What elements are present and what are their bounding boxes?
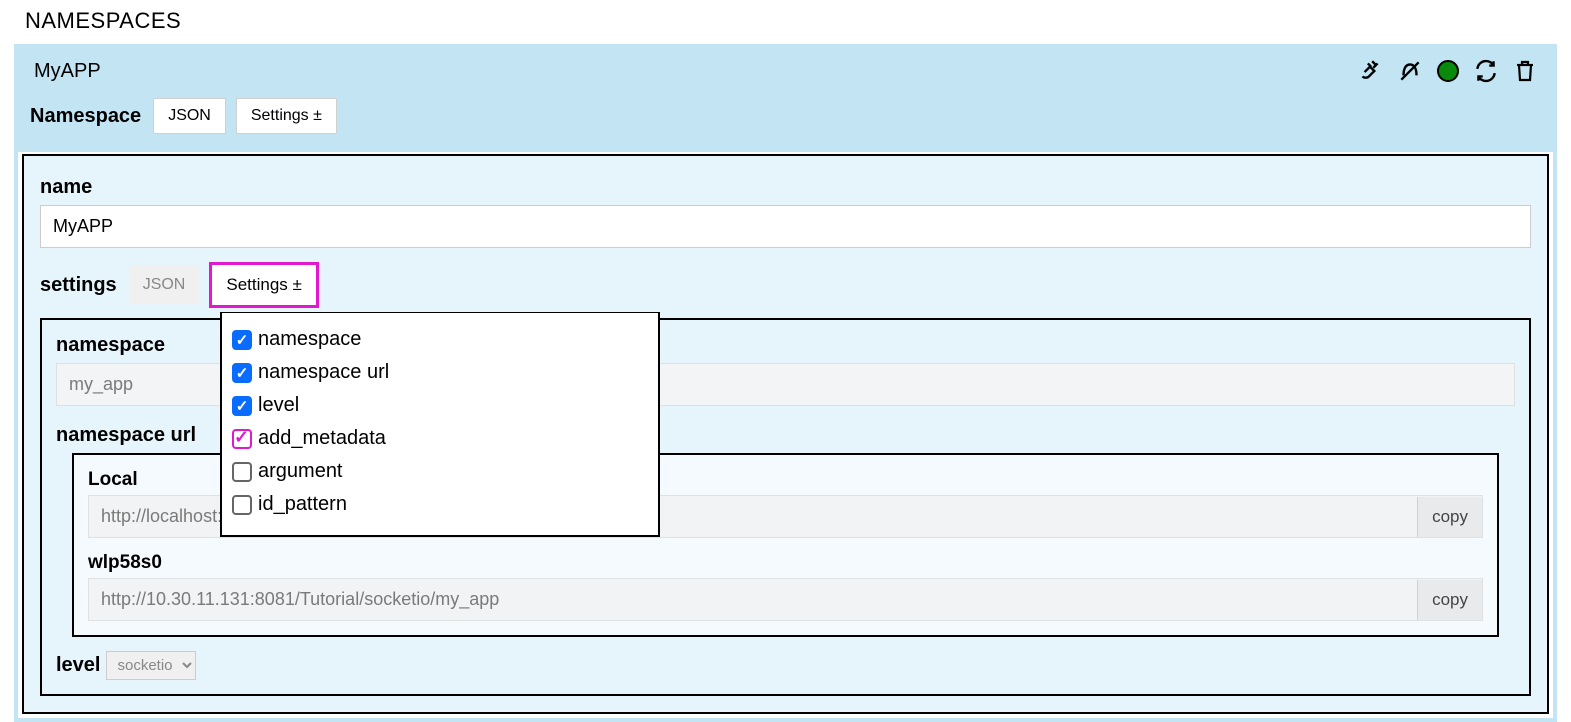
dropdown-item-label: argument [258,460,343,483]
checkbox-icon[interactable] [232,396,252,416]
checkbox-icon[interactable] [232,363,252,383]
settings-tab-row: settings JSON Settings ± namespace names… [40,262,1531,308]
checkbox-icon[interactable] [232,330,252,350]
copy-button[interactable]: copy [1417,580,1482,620]
dropdown-item-namespace-url[interactable]: namespace url [232,356,648,389]
dropdown-item-argument[interactable]: argument [232,455,648,488]
namespace-json-tab[interactable]: JSON [153,98,226,134]
trash-icon[interactable] [1513,58,1537,84]
level-select[interactable]: socketio [106,651,196,680]
checkbox-icon[interactable] [232,495,252,515]
status-dot-icon[interactable] [1437,60,1459,82]
settings-label: settings [40,274,117,297]
page-title: NAMESPACES [0,0,1571,44]
dropdown-item-label: id_pattern [258,493,347,516]
namespace-tab-row: Namespace JSON Settings ± [30,98,1541,134]
name-field-label: name [40,176,1531,199]
dropdown-item-label: add_metadata [258,427,386,450]
dropdown-item-add-metadata[interactable]: add_metadata [232,422,648,455]
dropdown-item-label: level [258,394,299,417]
level-label: level [56,654,100,677]
refresh-icon[interactable] [1473,58,1499,84]
dropdown-item-level[interactable]: level [232,389,648,422]
settings-json-tab[interactable]: JSON [129,266,200,304]
checkbox-icon[interactable] [232,429,252,449]
url-title: wlp58s0 [88,552,1483,574]
main-panel: MyAPP Namespace JSON Settings ± name set… [14,44,1557,722]
panel-body: name settings JSON Settings ± namespace … [22,154,1549,714]
namespace-label: Namespace [30,105,141,128]
plug-icon[interactable] [1357,58,1383,84]
app-name: MyAPP [34,60,101,83]
dropdown-item-id-pattern[interactable]: id_pattern [232,488,648,521]
url-block-wlp58s0: wlp58s0 http://10.30.11.131:8081/Tutoria… [88,552,1483,621]
settings-settings-tab[interactable]: Settings ± [209,262,318,308]
name-input[interactable] [40,205,1531,248]
settings-dropdown: namespace namespace url level add_metada… [220,312,660,537]
icon-row [1357,58,1537,84]
namespace-settings-tab[interactable]: Settings ± [236,98,337,134]
bell-off-icon[interactable] [1397,58,1423,84]
level-row: level socketio [56,651,1515,680]
dropdown-item-namespace[interactable]: namespace [232,323,648,356]
dropdown-item-label: namespace url [258,361,389,384]
url-value[interactable]: http://10.30.11.131:8081/Tutorial/socket… [89,579,1417,620]
panel-header: MyAPP Namespace JSON Settings ± [18,48,1553,152]
checkbox-icon[interactable] [232,462,252,482]
dropdown-item-label: namespace [258,328,361,351]
copy-button[interactable]: copy [1417,497,1482,537]
